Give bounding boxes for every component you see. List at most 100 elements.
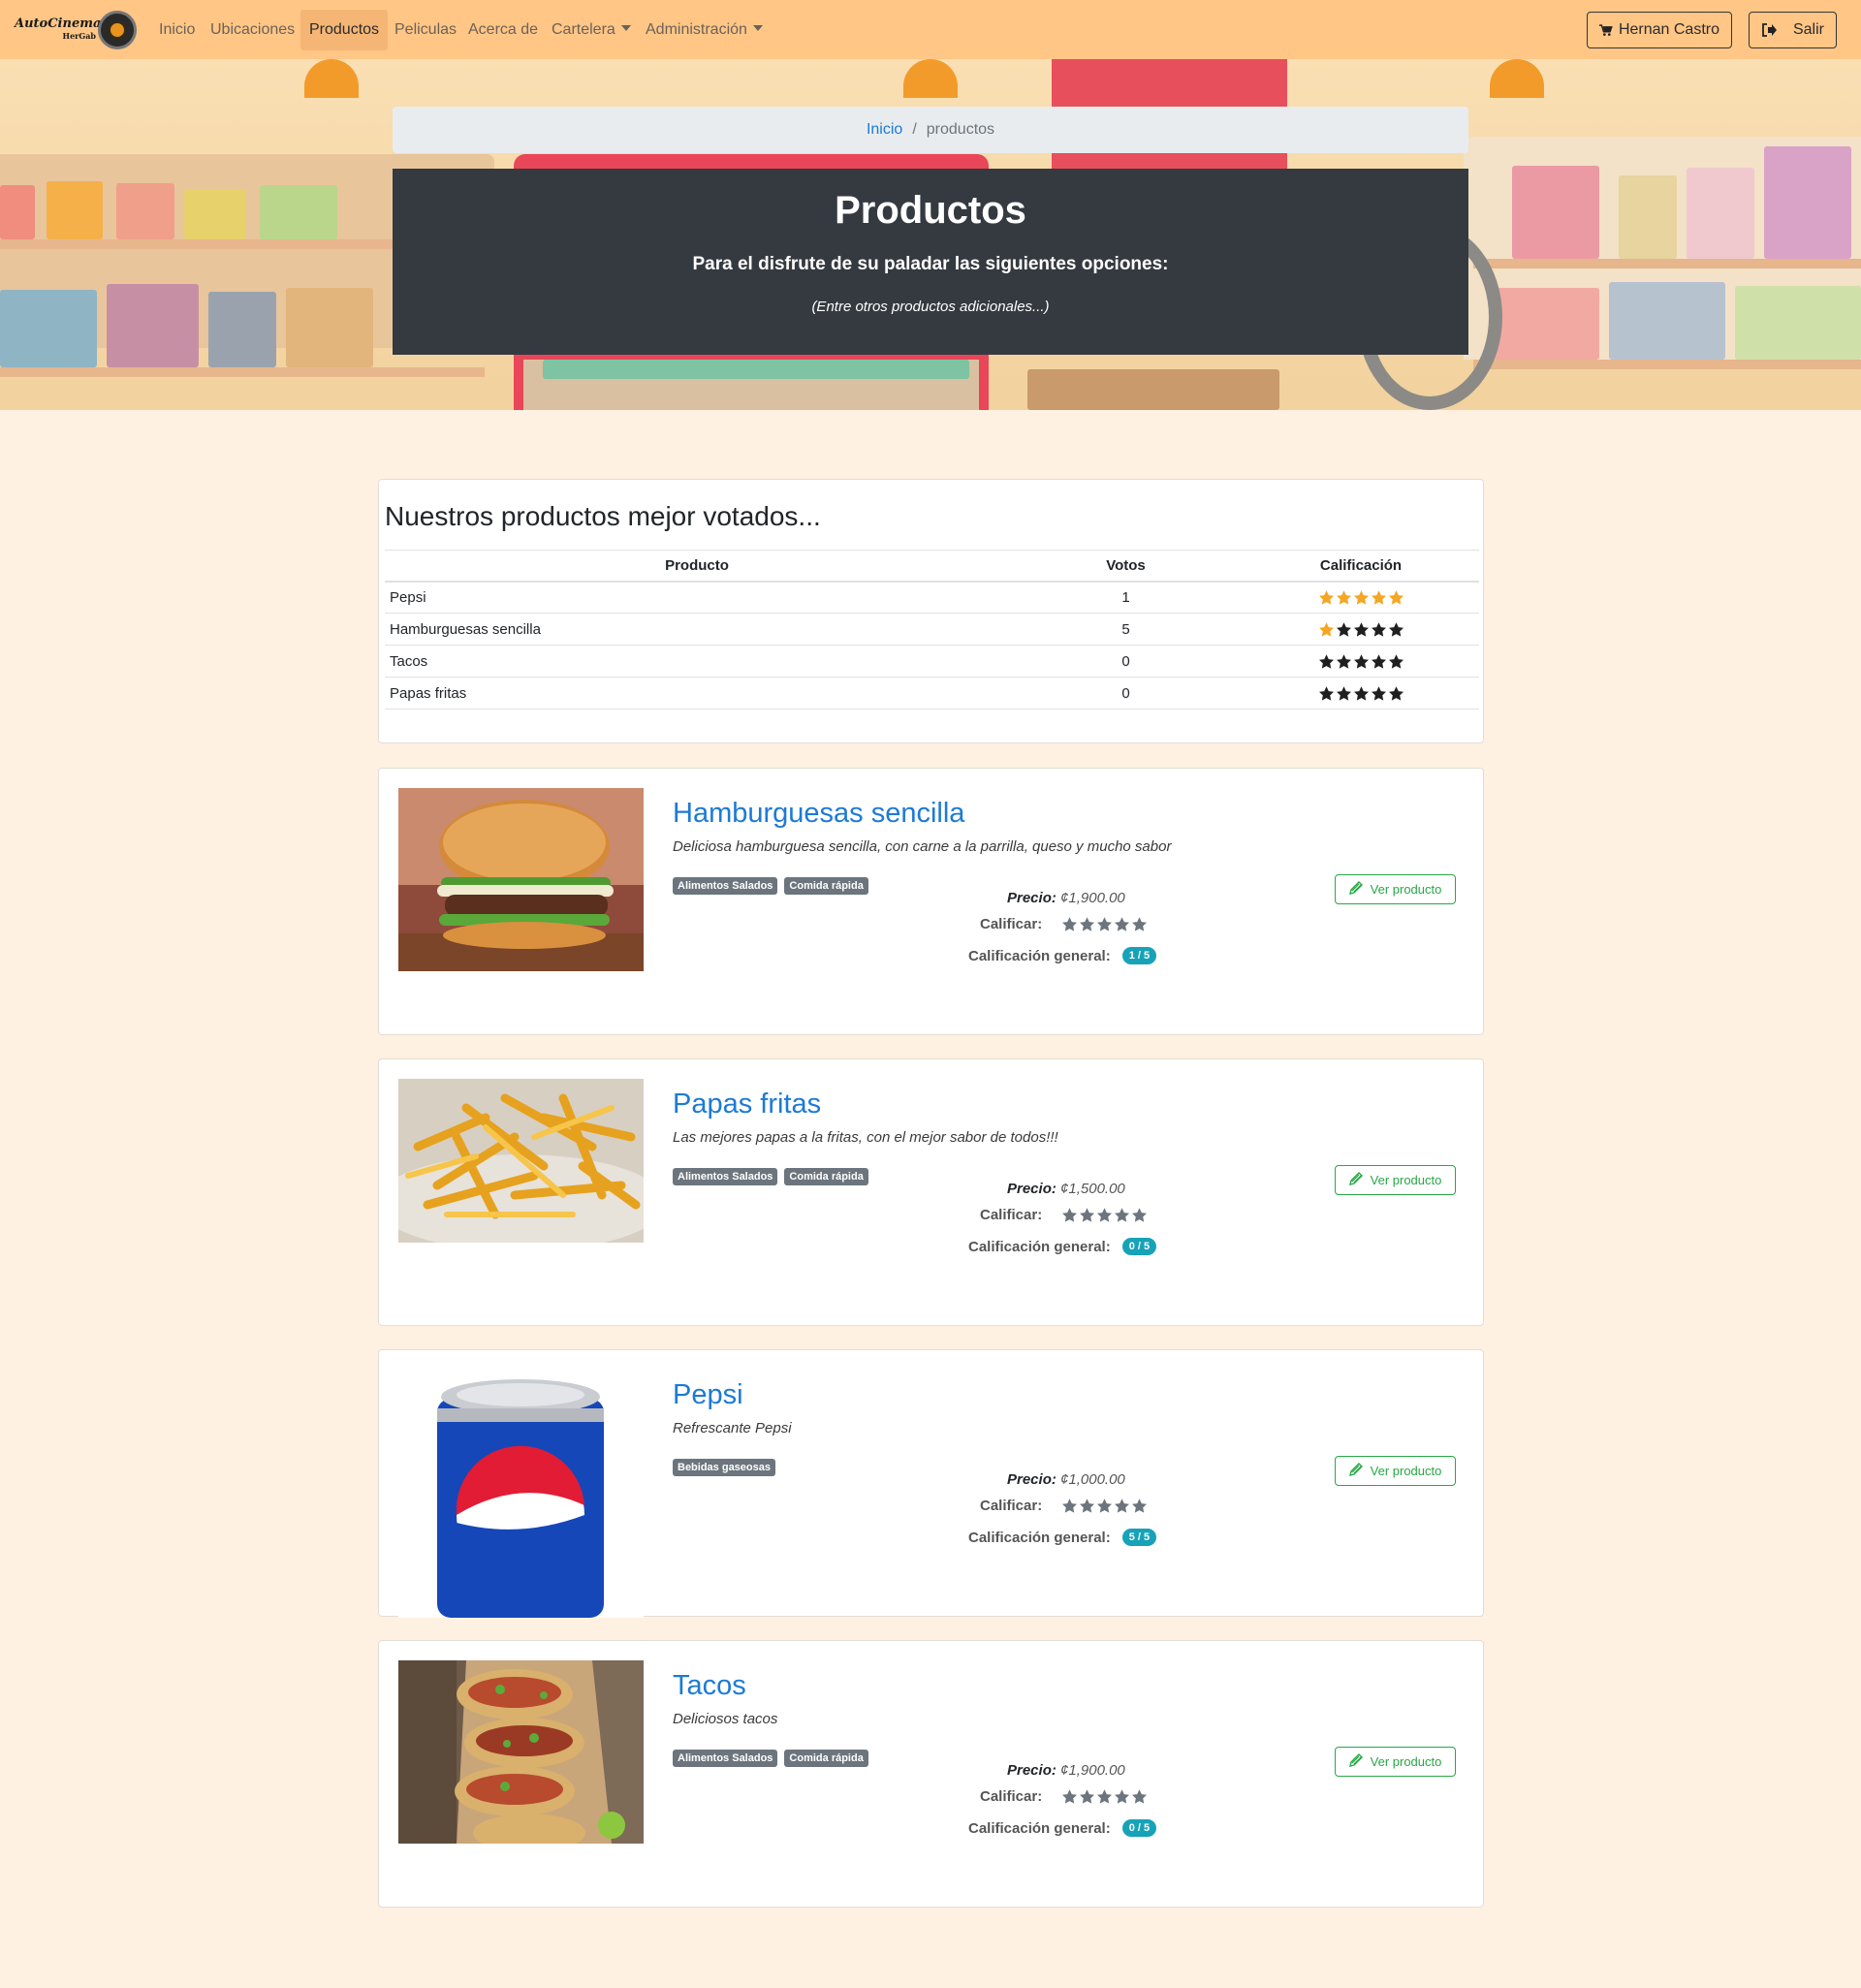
nav-link-productos[interactable]: Productos <box>300 10 389 50</box>
overall-rating: Calificación general: 1 / 5 <box>968 947 1157 964</box>
star-icon <box>1062 1499 1078 1513</box>
rate-control: Calificar: <box>980 1207 1148 1223</box>
star-icon <box>1371 654 1386 669</box>
star-icon <box>1115 1499 1130 1513</box>
product-price: Precio: ¢1,900.00 <box>1007 890 1125 906</box>
rating-cell <box>1243 645 1479 678</box>
pencil-icon <box>1348 1753 1363 1770</box>
shopping-cart-icon <box>1599 23 1613 36</box>
product-tags: Bebidas gaseosas <box>673 1459 775 1476</box>
product-price: Precio: ¢1,500.00 <box>1007 1181 1125 1197</box>
star-icon <box>1080 1789 1095 1804</box>
brand-sub: HerGab <box>62 31 96 41</box>
product-description: Refrescante Pepsi <box>673 1420 792 1436</box>
product-name-cell: Hamburguesas sencilla <box>385 613 1009 646</box>
rating-stars <box>1318 685 1404 702</box>
star-icon <box>1336 590 1351 605</box>
nav-link-peliculas[interactable]: Peliculas <box>394 16 457 45</box>
star-icon <box>1062 1208 1078 1222</box>
rating-cell <box>1243 581 1479 614</box>
rate-stars[interactable] <box>1061 916 1148 932</box>
star-icon <box>1097 1208 1113 1222</box>
nav-link-inicio[interactable]: Inicio <box>159 16 195 45</box>
star-icon <box>1318 622 1334 637</box>
breadcrumb-separator: / <box>912 121 917 138</box>
star-icon <box>1388 622 1404 637</box>
product-tags: Alimentos Salados Comida rápida <box>673 1168 868 1185</box>
view-product-button[interactable]: Ver producto <box>1335 1456 1456 1486</box>
hero-note: (Entre otros productos adicionales...) <box>811 299 1050 315</box>
star-icon <box>1097 1499 1113 1513</box>
star-icon <box>1115 1208 1130 1222</box>
logout-button[interactable]: Salir <box>1749 12 1837 48</box>
caret-down-icon <box>752 25 763 31</box>
product-description: Deliciosos tacos <box>673 1711 778 1727</box>
rating-cell <box>1243 613 1479 646</box>
pencil-icon <box>1348 881 1363 898</box>
star-icon <box>1132 1499 1148 1513</box>
product-price: Precio: ¢1,000.00 <box>1007 1471 1125 1488</box>
nav-link-ubicaciones[interactable]: Ubicaciones <box>210 16 295 45</box>
product-description: Las mejores papas a la fritas, con el me… <box>673 1129 1058 1146</box>
star-icon <box>1388 654 1404 669</box>
product-name-cell: Pepsi <box>385 581 1009 614</box>
brand-logo[interactable]: AutoCinema HerGab <box>15 9 137 51</box>
breadcrumb-home-link[interactable]: Inicio <box>867 121 902 139</box>
breadcrumb-current: productos <box>926 121 995 138</box>
product-card: Hamburguesas sencilla Deliciosa hamburgu… <box>378 768 1484 1035</box>
nav-dropdown-administracion[interactable]: Administración <box>646 16 763 45</box>
pepsi-can-image <box>398 1370 644 1618</box>
rate-control: Calificar: <box>980 1788 1148 1805</box>
star-icon <box>1318 654 1334 669</box>
product-card: Pepsi Refrescante Pepsi Bebidas gaseosas… <box>378 1349 1484 1618</box>
product-title[interactable]: Tacos <box>673 1670 746 1702</box>
user-button[interactable]: Hernan Castro <box>1587 12 1732 48</box>
rating-badge: 0 / 5 <box>1121 1819 1157 1837</box>
rate-stars[interactable] <box>1061 1788 1148 1805</box>
star-icon <box>1115 917 1130 931</box>
star-icon <box>1388 590 1404 605</box>
pencil-icon <box>1348 1172 1363 1188</box>
star-icon <box>1062 1789 1078 1804</box>
product-description: Deliciosa hamburguesa sencilla, con carn… <box>673 838 1172 855</box>
table-row: Pepsi 1 <box>385 581 1479 614</box>
star-icon <box>1353 590 1369 605</box>
product-title[interactable]: Papas fritas <box>673 1089 821 1120</box>
star-icon <box>1336 622 1351 637</box>
product-card: Papas fritas Las mejores papas a la frit… <box>378 1058 1484 1326</box>
star-icon <box>1353 654 1369 669</box>
film-reel-icon <box>98 11 137 49</box>
star-icon <box>1080 1208 1095 1222</box>
view-product-button[interactable]: Ver producto <box>1335 1747 1456 1777</box>
breadcrumb: Inicio / productos <box>393 107 1468 153</box>
overall-rating: Calificación general: 0 / 5 <box>968 1238 1157 1255</box>
overall-rating: Calificación general: 5 / 5 <box>968 1529 1157 1546</box>
tag-badge: Alimentos Salados <box>673 1168 778 1185</box>
product-card: Tacos Deliciosos tacos Alimentos Salados… <box>378 1640 1484 1908</box>
tag-badge: Comida rápida <box>784 1168 868 1185</box>
column-header-votos: Votos <box>1009 550 1243 583</box>
view-product-button[interactable]: Ver producto <box>1335 1165 1456 1195</box>
star-icon <box>1388 686 1404 701</box>
rate-stars[interactable] <box>1061 1207 1148 1223</box>
product-title[interactable]: Pepsi <box>673 1379 743 1411</box>
burger-image <box>398 788 644 971</box>
product-title[interactable]: Hamburguesas sencilla <box>673 798 964 830</box>
star-icon <box>1132 1208 1148 1222</box>
votes-cell: 1 <box>1009 581 1243 614</box>
rate-stars[interactable] <box>1061 1498 1148 1514</box>
product-name-cell: Papas fritas <box>385 677 1009 710</box>
hero-lead: Para el disfrute de su paladar las sigui… <box>692 254 1169 274</box>
star-icon <box>1115 1789 1130 1804</box>
star-icon <box>1132 1789 1148 1804</box>
nav-dropdown-cartelera[interactable]: Cartelera <box>552 16 631 45</box>
rating-cell <box>1243 677 1479 710</box>
table-row: Tacos 0 <box>385 645 1479 678</box>
star-icon <box>1080 1499 1095 1513</box>
pencil-icon <box>1348 1463 1363 1479</box>
fries-image <box>398 1079 644 1243</box>
rating-badge: 5 / 5 <box>1121 1529 1157 1546</box>
nav-link-acerca[interactable]: Acerca de <box>468 16 538 45</box>
star-icon <box>1353 622 1369 637</box>
view-product-button[interactable]: Ver producto <box>1335 874 1456 904</box>
